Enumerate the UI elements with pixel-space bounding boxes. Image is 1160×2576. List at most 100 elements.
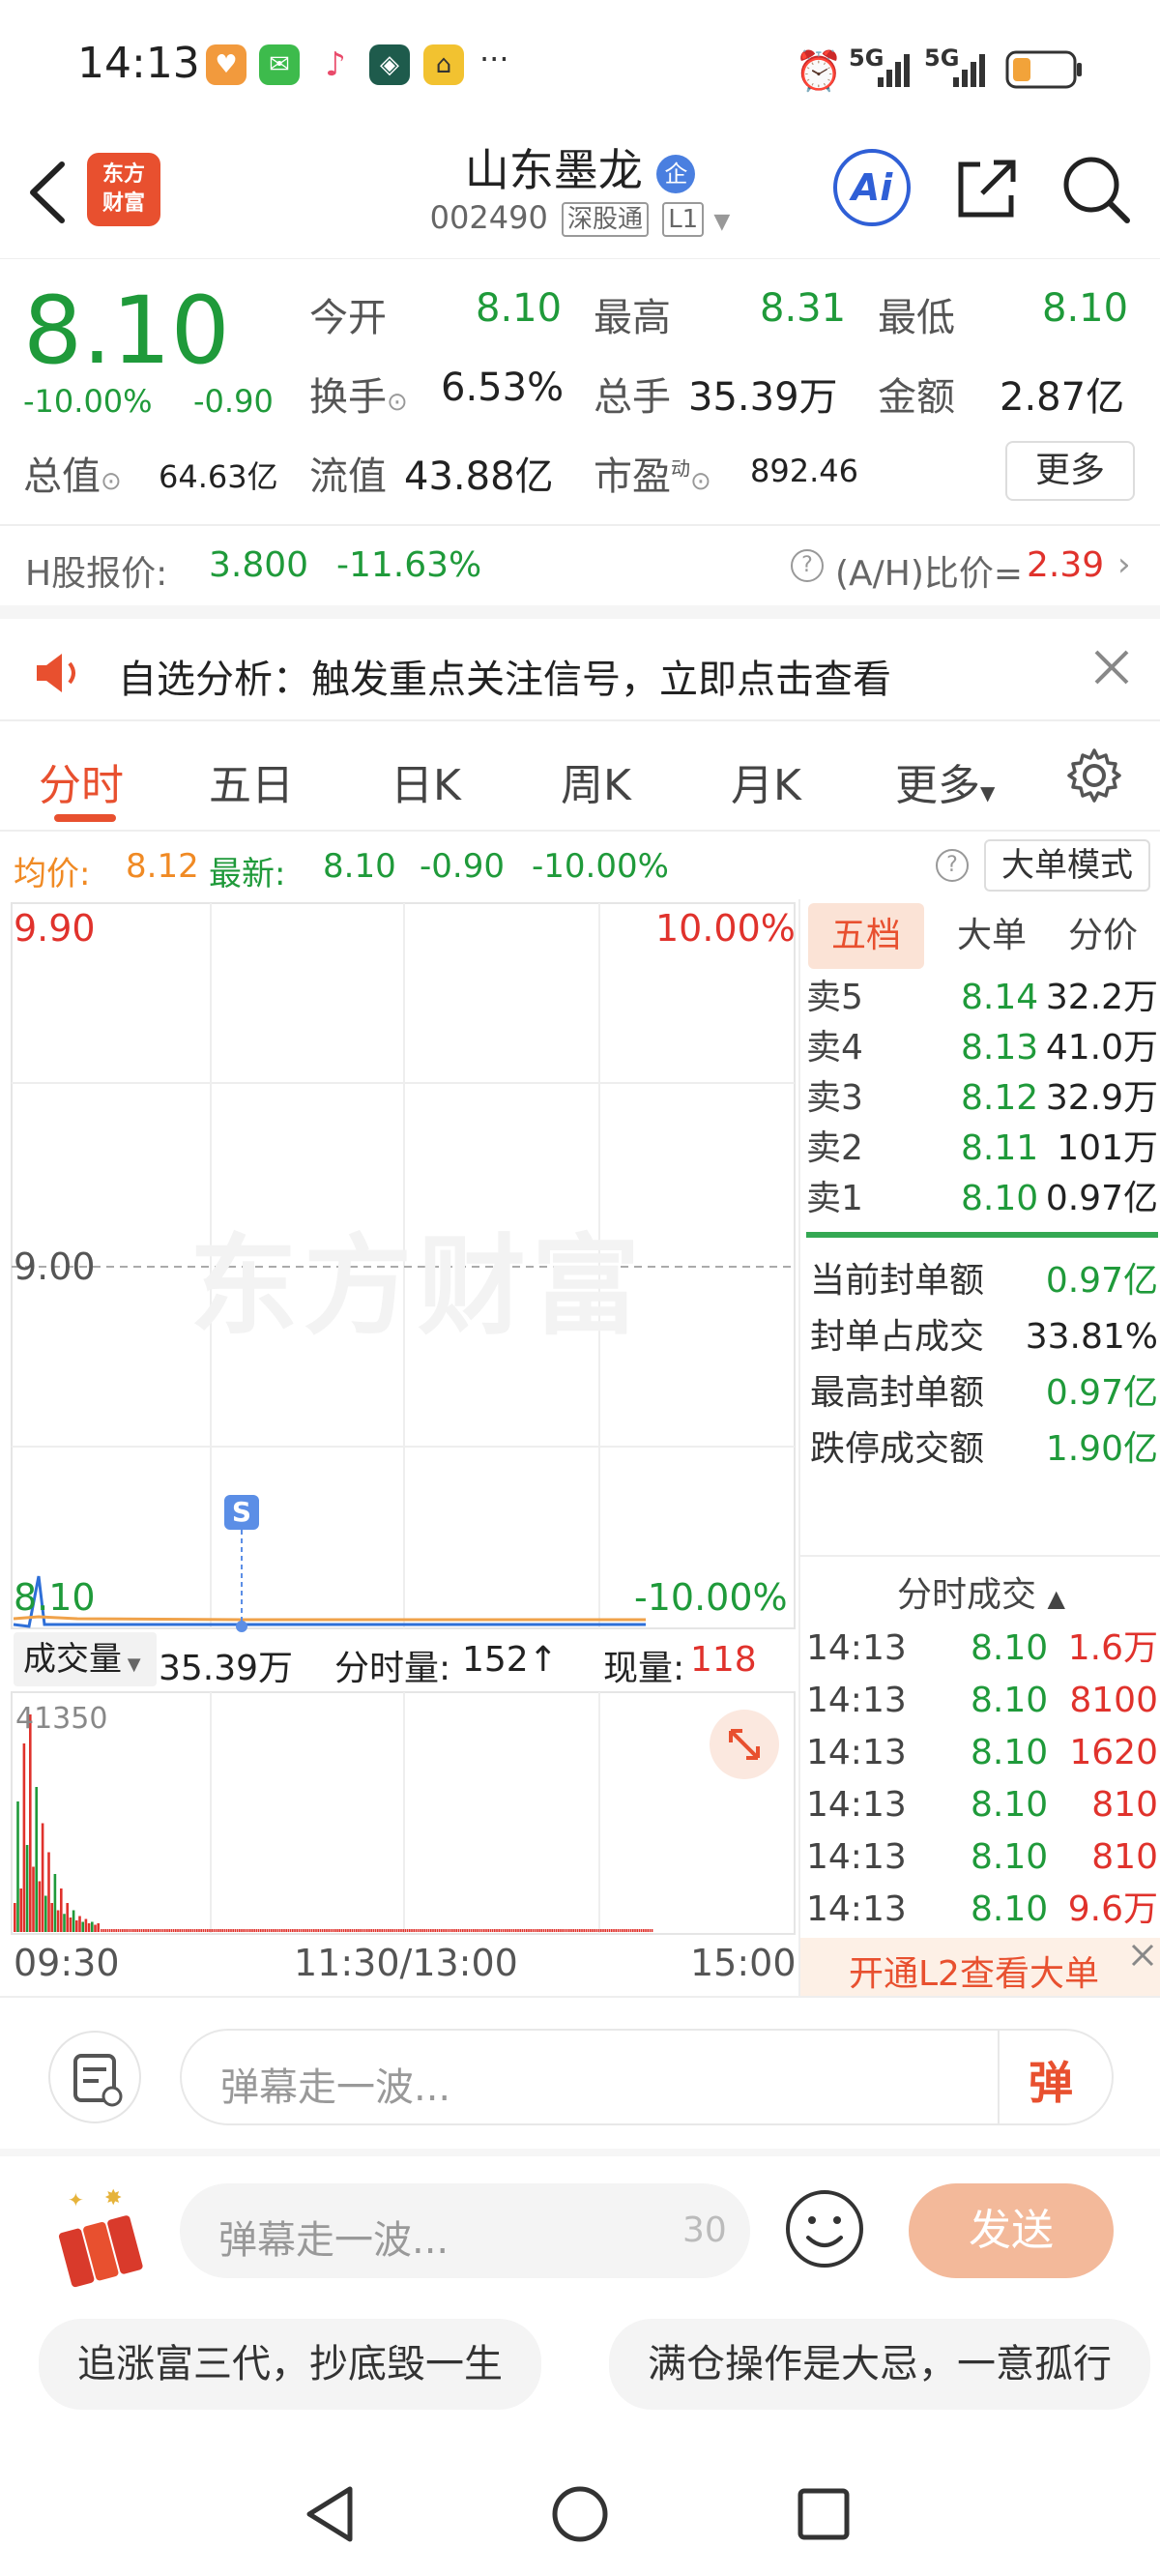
- nav-recents-icon[interactable]: [795, 2485, 853, 2543]
- volume-bar: [310, 1929, 313, 1932]
- analysis-banner[interactable]: 自选分析：触发重点关注信号，立即点击查看: [0, 619, 1160, 719]
- volume-bar: [581, 1929, 583, 1932]
- tab-five-day[interactable]: 五日: [209, 750, 294, 812]
- search-icon[interactable]: [1059, 153, 1133, 226]
- firecracker-icon[interactable]: ✦ ✸: [39, 2185, 155, 2288]
- volume-bar: [356, 1929, 358, 1932]
- ask-row: 卖5 8.14 32.2万: [806, 973, 1158, 1023]
- volume-bar: [228, 1929, 230, 1932]
- amount-value: 2.87亿: [1000, 375, 1125, 420]
- quick-comment-chip[interactable]: 满仓操作是大忌，一意孤行: [609, 2319, 1150, 2410]
- volume-bar: [104, 1929, 106, 1932]
- nav-back-icon[interactable]: [302, 2483, 360, 2545]
- volume-bar: [22, 1743, 26, 1932]
- trade-time: 14:13: [806, 1837, 907, 1877]
- volume-bar: [198, 1929, 200, 1932]
- close-icon[interactable]: [1092, 648, 1131, 687]
- volume-bar: [253, 1929, 255, 1932]
- volume-bar: [505, 1929, 507, 1932]
- volume-bar: [239, 1929, 241, 1932]
- volume-bar: [336, 1929, 338, 1932]
- ai-assistant-button[interactable]: Ai: [833, 149, 911, 226]
- volume-bar: [211, 1929, 213, 1932]
- amount-label: 金额: [878, 375, 955, 420]
- volume-bar: [358, 1929, 360, 1932]
- mktcap-info-icon[interactable]: ⊙: [101, 467, 122, 496]
- hshare-row[interactable]: H股报价: 3.800 -11.63% ? (A/H)比价= 2.39 ›: [0, 526, 1160, 605]
- help-icon[interactable]: ?: [936, 849, 969, 882]
- volume-bar: [230, 1929, 232, 1932]
- volume-bar: [420, 1929, 421, 1932]
- volume-bar: [647, 1929, 649, 1932]
- volume-bar: [181, 1929, 184, 1932]
- tab-big-orders[interactable]: 大单: [943, 903, 1040, 969]
- ask-list: 卖5 8.14 32.2万 卖4 8.13 41.0万 卖3 8.12 32.9万 卖2 8.11 1…: [806, 973, 1158, 1224]
- tab-monthly-k[interactable]: 月K: [731, 750, 801, 812]
- volume-bar: [534, 1929, 536, 1932]
- volume-bar: [459, 1929, 462, 1932]
- danmaku-settings-icon[interactable]: [48, 2031, 141, 2123]
- tab-intraday[interactable]: 分时: [39, 750, 124, 812]
- more-quote-button[interactable]: 更多: [1005, 441, 1135, 501]
- high-label: 最高: [594, 296, 671, 340]
- share-icon[interactable]: [951, 153, 1023, 224]
- volume-bar: [345, 1929, 347, 1932]
- volume-bar: [223, 1929, 226, 1932]
- trade-volume: 810: [1091, 1785, 1158, 1825]
- stock-code: 002490: [429, 199, 548, 236]
- volume-bar: [124, 1929, 126, 1932]
- l2-upgrade-banner[interactable]: 开通L2查看大单: [800, 1938, 1160, 1996]
- tab-daily-k[interactable]: 日K: [391, 750, 461, 812]
- volume-bar: [406, 1929, 409, 1932]
- ah-ratio-label: (A/H)比价=: [835, 554, 1024, 594]
- volume-bar: [363, 1929, 366, 1932]
- fullscreen-expand-icon[interactable]: [710, 1710, 779, 1779]
- limit-stat-row: 当前封单额 0.97亿: [810, 1253, 1158, 1309]
- turnover-label: 换手⊙: [309, 366, 408, 422]
- volume-bar: [502, 1929, 505, 1932]
- ask-price: 8.13: [961, 1028, 1039, 1068]
- trade-volume: 9.6万: [1067, 1889, 1158, 1929]
- volume-bar: [225, 1929, 228, 1932]
- tab-more-label: 更多: [895, 761, 980, 810]
- trade-time: 14:13: [806, 1733, 907, 1772]
- signal-marker[interactable]: S: [224, 1495, 259, 1530]
- volume-bar: [613, 1929, 615, 1932]
- chevron-down-icon: ▼: [122, 1654, 141, 1675]
- signal-bars-icon-2: [953, 54, 985, 87]
- volume-bar: [25, 1845, 29, 1932]
- tab-weekly-k[interactable]: 周K: [561, 750, 631, 812]
- danmaku-input[interactable]: 弹幕走一波... 弹: [180, 2029, 1114, 2125]
- tab-five-levels[interactable]: 五档: [808, 903, 924, 969]
- quote-panel: 8.10 -10.00% -0.90 今开 8.10 最高 8.31 最低 8.…: [0, 261, 1160, 522]
- trade-time: 14:13: [806, 1785, 907, 1825]
- send-button[interactable]: 发送: [909, 2183, 1114, 2278]
- volume-bar: [434, 1929, 436, 1932]
- volume-bar: [106, 1929, 109, 1932]
- stock-header: 东方 财富 山东墨龙 企 002490 深股通 L1 ▼ Ai: [0, 135, 1160, 259]
- trades-title[interactable]: 分时成交 ▲: [800, 1566, 1160, 1617]
- close-icon[interactable]: [1127, 1940, 1158, 1971]
- danmaku-toggle-button[interactable]: 弹: [1029, 2048, 1087, 2109]
- help-icon[interactable]: ?: [791, 549, 824, 582]
- tab-price-distribution[interactable]: 分价: [1050, 903, 1156, 969]
- emoji-icon[interactable]: [783, 2187, 866, 2270]
- volume-bar: [473, 1929, 475, 1932]
- nav-home-icon[interactable]: [549, 2483, 611, 2545]
- intraday-chart[interactable]: 东方财富 9.90 9.00 8.10 10.00% -10.00% S 成交量…: [0, 899, 802, 1992]
- quick-comment-chip[interactable]: 追涨富三代，抄底毁一生: [39, 2319, 541, 2410]
- stat-label: 封单占成交: [810, 1317, 985, 1357]
- ask-price: 8.10: [961, 1179, 1039, 1218]
- turnover-info-icon[interactable]: ⊙: [387, 388, 408, 417]
- settings-gear-icon[interactable]: [1065, 746, 1123, 805]
- volume-bar: [379, 1929, 381, 1932]
- big-order-mode-button[interactable]: 大单模式: [984, 839, 1150, 892]
- volume-bar: [404, 1929, 407, 1932]
- comment-input[interactable]: 弹幕走一波... 30: [180, 2183, 750, 2278]
- arrow-up-icon: ↑: [528, 1640, 558, 1680]
- volume-bar: [600, 1929, 602, 1932]
- volume-dropdown[interactable]: 成交量 ▼: [14, 1632, 157, 1686]
- pe-info-icon[interactable]: ⊙: [690, 467, 711, 496]
- mktcap-value: 64.63亿: [159, 458, 278, 495]
- tab-more[interactable]: 更多▼: [895, 750, 995, 812]
